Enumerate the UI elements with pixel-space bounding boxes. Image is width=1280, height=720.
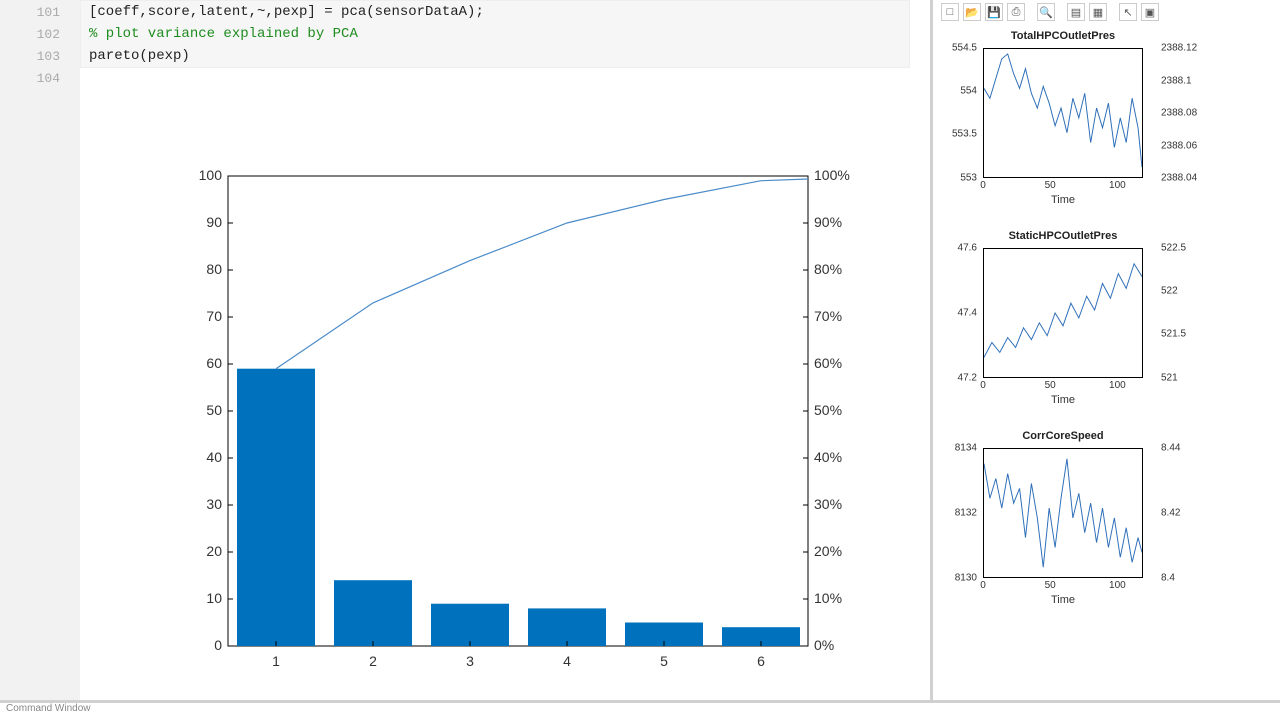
svg-text:6: 6	[757, 653, 765, 669]
mini-y-axis: 8130 8132 8134	[933, 448, 981, 578]
open-icon[interactable]: 📂	[963, 3, 981, 21]
svg-text:50%: 50%	[814, 402, 842, 418]
mini-axes[interactable]	[983, 448, 1143, 578]
pointer-icon[interactable]: ↖	[1119, 3, 1137, 21]
svg-text:40: 40	[206, 449, 222, 465]
save-icon[interactable]: 💾	[985, 3, 1003, 21]
rotate-icon[interactable]: ▦	[1089, 3, 1107, 21]
code-section[interactable]: [coeff,score,latent,~,pexp] = pca(sensor…	[80, 0, 910, 68]
svg-text:5: 5	[660, 653, 668, 669]
mini-plot[interactable]: CorrCoreSpeed 8130 8132 8134 8.4 8.42 8.…	[933, 430, 1280, 630]
mini-x-label: Time	[983, 394, 1143, 406]
mini-right-y-axis: 521 521.5 522 522.5	[1155, 248, 1215, 378]
mini-plot[interactable]: TotalHPCOutletPres 553 553.5 554 554.5 2…	[933, 30, 1280, 230]
svg-text:2: 2	[369, 653, 377, 669]
svg-text:20%: 20%	[814, 543, 842, 559]
svg-text:3: 3	[466, 653, 474, 669]
print-icon[interactable]: ⎙	[1007, 3, 1025, 21]
left-y-axis: 0 10 20 30 40 50 60 70 80 90 100	[199, 167, 223, 653]
mini-right-y-axis: 8.4 8.42 8.44	[1155, 448, 1215, 578]
x-axis: 1 2 3 4 5 6	[272, 653, 765, 669]
line-number: 102	[0, 24, 60, 46]
svg-text:70: 70	[206, 308, 222, 324]
mini-x-label: Time	[983, 194, 1143, 206]
svg-text:1: 1	[272, 653, 280, 669]
svg-text:90: 90	[206, 214, 222, 230]
svg-text:30: 30	[206, 496, 222, 512]
svg-text:0: 0	[214, 637, 222, 653]
code-comment-line[interactable]: % plot variance explained by PCA	[89, 23, 901, 45]
bar	[431, 604, 509, 646]
svg-text:50: 50	[206, 402, 222, 418]
code-line[interactable]: [coeff,score,latent,~,pexp] = pca(sensor…	[89, 1, 901, 23]
svg-text:60: 60	[206, 355, 222, 371]
code-line[interactable]: pareto(pexp)	[89, 45, 901, 67]
mini-y-axis: 47.2 47.4 47.6	[933, 248, 981, 378]
data-cursor-icon[interactable]: ▤	[1067, 3, 1085, 21]
right-y-axis: 0% 10% 20% 30% 40% 50% 60% 70% 80% 90% 1…	[814, 167, 850, 653]
mini-plot-title: StaticHPCOutletPres	[983, 230, 1143, 242]
svg-text:4: 4	[563, 653, 571, 669]
svg-text:40%: 40%	[814, 449, 842, 465]
svg-text:0%: 0%	[814, 637, 834, 653]
svg-text:100%: 100%	[814, 167, 850, 183]
new-figure-icon[interactable]: □	[941, 3, 959, 21]
svg-text:90%: 90%	[814, 214, 842, 230]
figure-toolbar: □ 📂 💾 ⎙ 🔍 ▤ ▦ ↖ ▣	[937, 0, 1280, 24]
mini-plot[interactable]: StaticHPCOutletPres 47.2 47.4 47.6 521 5…	[933, 230, 1280, 430]
svg-text:100: 100	[199, 167, 223, 183]
figure-panel: □ 📂 💾 ⎙ 🔍 ▤ ▦ ↖ ▣ TotalHPCOutletPres 553…	[930, 0, 1280, 700]
pareto-chart[interactable]: 0 10 20 30 40 50 60 70 80 90 100 0% 10% …	[178, 166, 858, 686]
bar	[528, 608, 606, 646]
mini-right-y-axis: 2388.04 2388.06 2388.08 2388.1 2388.12	[1155, 48, 1215, 178]
mini-plot-title: TotalHPCOutletPres	[983, 30, 1143, 42]
svg-text:60%: 60%	[814, 355, 842, 371]
line-number: 101	[0, 2, 60, 24]
line-number: 103	[0, 46, 60, 68]
mini-plot-title: CorrCoreSpeed	[983, 430, 1143, 442]
svg-text:20: 20	[206, 543, 222, 559]
svg-text:80%: 80%	[814, 261, 842, 277]
editor-area[interactable]: 101 102 103 104 [coeff,score,latent,~,pe…	[0, 0, 928, 700]
bar	[237, 369, 315, 646]
bar	[334, 580, 412, 646]
mini-plots-area: TotalHPCOutletPres 553 553.5 554 554.5 2…	[933, 30, 1280, 630]
svg-text:30%: 30%	[814, 496, 842, 512]
line-number: 104	[0, 68, 60, 90]
mini-axes[interactable]	[983, 48, 1143, 178]
zoom-icon[interactable]: 🔍	[1037, 3, 1055, 21]
svg-text:10: 10	[206, 590, 222, 606]
svg-text:70%: 70%	[814, 308, 842, 324]
mini-y-axis: 553 553.5 554 554.5	[933, 48, 981, 178]
editor-gutter: 101 102 103 104	[0, 0, 80, 700]
mini-axes[interactable]	[983, 248, 1143, 378]
mini-x-label: Time	[983, 594, 1143, 606]
svg-text:10%: 10%	[814, 590, 842, 606]
svg-text:80: 80	[206, 261, 222, 277]
command-window-label: Command Window	[0, 700, 1280, 720]
legend-icon[interactable]: ▣	[1141, 3, 1159, 21]
